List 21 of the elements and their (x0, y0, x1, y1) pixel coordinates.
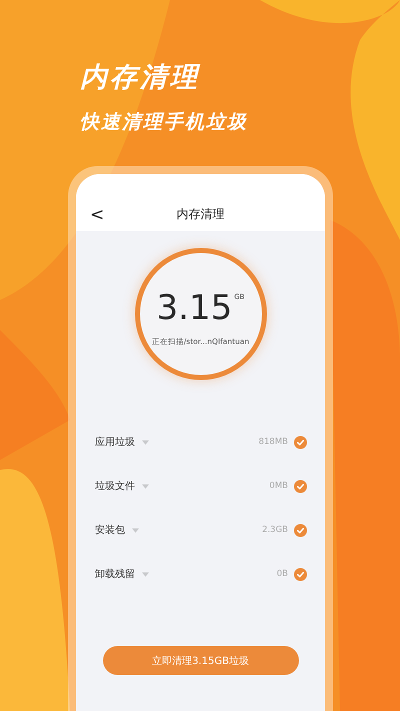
caret-icon[interactable] (142, 572, 149, 576)
scan-size: 3.15 (156, 289, 232, 327)
headline: 内存清理 (80, 61, 200, 95)
category-size: 2.3GB (262, 525, 288, 535)
checkbox[interactable] (294, 480, 307, 492)
category-label: 垃圾文件 (95, 480, 135, 493)
checkbox[interactable] (294, 568, 307, 580)
caret-icon[interactable] (142, 484, 149, 488)
category-size: 0B (276, 569, 288, 579)
subheadline: 快速清理手机垃圾 (80, 110, 248, 135)
caret-icon[interactable] (132, 528, 139, 532)
category-label: 应用垃圾 (95, 436, 135, 449)
checkbox[interactable] (294, 436, 307, 448)
category-size: 818MB (258, 437, 288, 447)
screen-title: 内存清理 (176, 206, 224, 223)
category-label: 卸载残留 (95, 568, 135, 581)
caret-icon[interactable] (142, 440, 149, 444)
checkbox[interactable] (294, 524, 307, 536)
category-label: 安装包 (95, 524, 125, 537)
category-size: 0MB (269, 481, 288, 491)
back-button[interactable]: < (90, 205, 104, 225)
